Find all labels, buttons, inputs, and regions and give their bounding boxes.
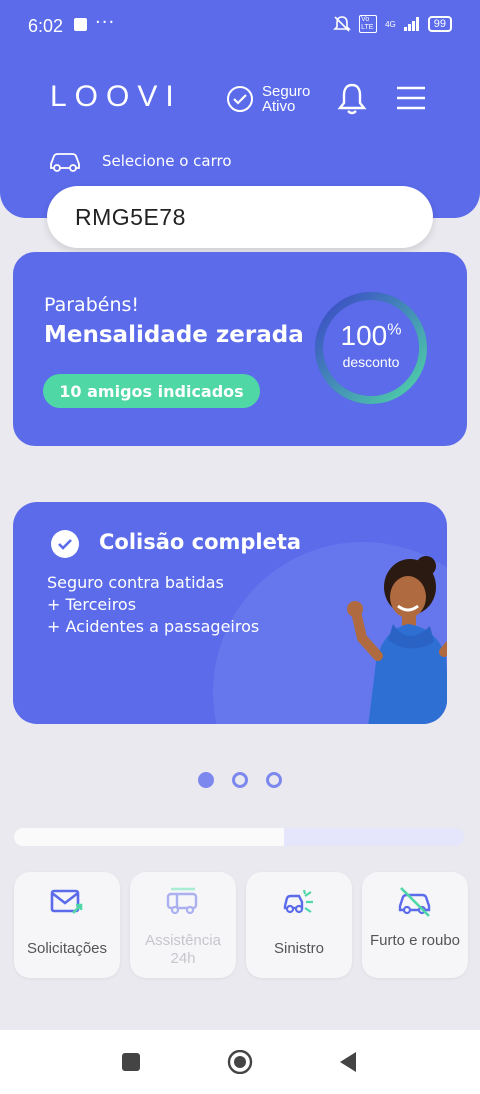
scroll-progress-fill xyxy=(14,828,284,846)
discount-percent-value: 100 xyxy=(340,320,388,351)
recent-apps-icon[interactable] xyxy=(120,1050,142,1074)
coverage-line: Seguro contra batidas xyxy=(47,573,224,592)
insurance-status[interactable]: Seguro Ativo xyxy=(226,84,310,114)
tile-label: Sinistro xyxy=(273,940,325,957)
bell-icon[interactable] xyxy=(337,82,367,116)
congrats-text: Parabéns! xyxy=(44,294,140,316)
discount-label: desconto xyxy=(342,354,400,370)
quick-actions: Solicitações Assistência 24h Sinistro Fu… xyxy=(14,872,468,978)
hamburger-menu-icon[interactable] xyxy=(396,86,426,112)
discount-title: Mensalidade zerada xyxy=(44,322,304,348)
tile-label: Solicitações xyxy=(26,940,108,957)
car-theft-icon xyxy=(398,887,431,917)
coverage-card[interactable]: Colisão completa Seguro contra batidas +… xyxy=(13,502,447,724)
coverage-line: + Terceiros xyxy=(47,595,137,614)
volte-icon: Vo LTE xyxy=(359,15,378,33)
select-car-text: Selecione o carro xyxy=(102,152,232,170)
tile-furto-roubo[interactable]: Furto e roubo xyxy=(362,872,468,978)
car-icon xyxy=(50,153,80,172)
bell-off-icon xyxy=(333,16,352,32)
tile-label: Assistência 24h xyxy=(145,932,221,967)
check-circle-icon xyxy=(51,530,79,558)
insurance-status-line1: Seguro xyxy=(262,83,311,100)
select-car-label[interactable]: Selecione o carro xyxy=(48,150,232,172)
tile-sinistro[interactable]: Sinistro xyxy=(246,872,352,978)
check-circle-icon xyxy=(227,86,253,112)
status-time: 6:02 xyxy=(28,16,64,36)
scroll-progress-bar xyxy=(14,828,464,846)
car-plate: RMG5E78 xyxy=(75,204,186,230)
coverage-line: + Acidentes a passageiros xyxy=(47,617,260,636)
tile-label: Furto e roubo xyxy=(369,932,461,949)
carousel-dot[interactable] xyxy=(266,772,282,788)
more-notifications-icon: ··· xyxy=(95,12,116,33)
carousel-dot[interactable] xyxy=(198,772,214,788)
happy-person-illustration xyxy=(347,556,447,724)
tile-solicitacoes[interactable]: Solicitações xyxy=(14,872,120,978)
discount-percent-sign: % xyxy=(387,321,402,339)
car-selector[interactable]: RMG5E78 xyxy=(47,186,433,248)
insurance-status-line2: Ativo xyxy=(262,98,296,115)
network-label: 4G xyxy=(385,19,396,29)
coverage-title: Colisão completa xyxy=(99,530,302,554)
coverage-details: Seguro contra batidas + Terceiros + Acid… xyxy=(47,572,259,638)
carousel-dot[interactable] xyxy=(232,772,248,788)
tile-assistencia-24h[interactable]: Assistência 24h xyxy=(130,872,236,978)
car-crash-icon xyxy=(283,889,313,914)
discount-percent: 100% xyxy=(313,320,429,352)
tow-truck-icon xyxy=(166,887,198,915)
battery-icon: 99 xyxy=(427,16,452,32)
status-icons: Vo LTE 4G 99 xyxy=(333,15,452,33)
home-icon[interactable] xyxy=(227,1050,253,1074)
system-nav-bar xyxy=(0,1030,480,1094)
status-bar: 6:02 ··· Vo LTE 4G 99 xyxy=(0,0,480,52)
discount-card[interactable]: Parabéns! Mensalidade zerada 10 amigos i… xyxy=(13,252,467,446)
loovi-logo: LOOVI xyxy=(50,80,182,113)
friends-referred-badge[interactable]: 10 amigos indicados xyxy=(43,374,260,408)
signal-icon xyxy=(403,17,419,31)
mail-icon xyxy=(50,889,83,914)
carousel-indicator xyxy=(198,772,282,788)
back-icon[interactable] xyxy=(338,1050,360,1074)
notification-icon xyxy=(74,18,87,31)
